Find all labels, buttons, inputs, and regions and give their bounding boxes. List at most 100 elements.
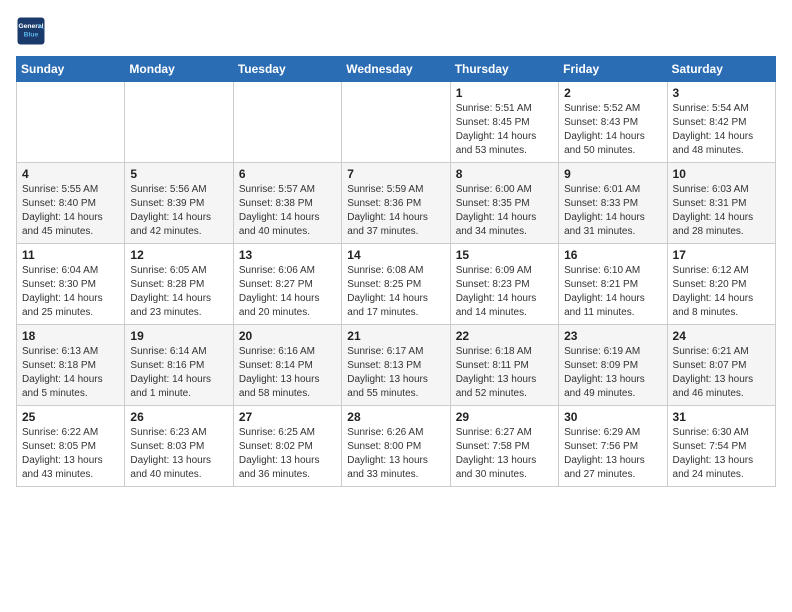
calendar-cell: 21 Sunrise: 6:17 AM Sunset: 8:13 PM Dayli… xyxy=(342,325,450,406)
day-info: Sunrise: 5:55 AM Sunset: 8:40 PM Dayligh… xyxy=(22,183,119,239)
day-number: 1 xyxy=(456,86,553,100)
day-info: Sunrise: 6:14 AM Sunset: 8:16 PM Dayligh… xyxy=(130,345,227,401)
day-number: 30 xyxy=(564,410,661,424)
calendar-cell: 19 Sunrise: 6:14 AM Sunset: 8:16 PM Dayli… xyxy=(125,325,233,406)
day-info: Sunrise: 6:04 AM Sunset: 8:30 PM Dayligh… xyxy=(22,264,119,320)
calendar-cell: 16 Sunrise: 6:10 AM Sunset: 8:21 PM Dayli… xyxy=(559,244,667,325)
day-info: Sunrise: 5:56 AM Sunset: 8:39 PM Dayligh… xyxy=(130,183,227,239)
calendar-cell: 25 Sunrise: 6:22 AM Sunset: 8:05 PM Dayli… xyxy=(17,406,125,487)
calendar-week-row: 1 Sunrise: 5:51 AM Sunset: 8:45 PM Daylig… xyxy=(17,82,776,163)
calendar-header-tuesday: Tuesday xyxy=(233,57,341,82)
calendar-cell: 1 Sunrise: 5:51 AM Sunset: 8:45 PM Daylig… xyxy=(450,82,558,163)
calendar-cell: 2Sunrise: 5:52 AM Sunset: 8:43 PM Daylig… xyxy=(559,82,667,163)
logo: General Blue xyxy=(16,16,46,46)
day-number: 22 xyxy=(456,329,553,343)
day-info: Sunrise: 6:06 AM Sunset: 8:27 PM Dayligh… xyxy=(239,264,336,320)
day-info: Sunrise: 6:00 AM Sunset: 8:35 PM Dayligh… xyxy=(456,183,553,239)
calendar-cell: 28 Sunrise: 6:26 AM Sunset: 8:00 PM Dayli… xyxy=(342,406,450,487)
day-number: 2 xyxy=(564,86,661,100)
calendar-cell: 23 Sunrise: 6:19 AM Sunset: 8:09 PM Dayli… xyxy=(559,325,667,406)
day-info: Sunrise: 6:12 AM Sunset: 8:20 PM Dayligh… xyxy=(673,264,770,320)
day-info: Sunrise: 6:10 AM Sunset: 8:21 PM Dayligh… xyxy=(564,264,661,320)
day-number: 28 xyxy=(347,410,444,424)
day-info: Sunrise: 6:03 AM Sunset: 8:31 PM Dayligh… xyxy=(673,183,770,239)
day-info: Sunrise: 6:21 AM Sunset: 8:07 PM Dayligh… xyxy=(673,345,770,401)
day-number: 6 xyxy=(239,167,336,181)
calendar-cell: 31Sunrise: 6:30 AM Sunset: 7:54 PM Dayli… xyxy=(667,406,775,487)
day-info: Sunrise: 6:16 AM Sunset: 8:14 PM Dayligh… xyxy=(239,345,336,401)
calendar-cell: 22 Sunrise: 6:18 AM Sunset: 8:11 PM Dayli… xyxy=(450,325,558,406)
day-number: 20 xyxy=(239,329,336,343)
calendar-cell: 18 Sunrise: 6:13 AM Sunset: 8:18 PM Dayli… xyxy=(17,325,125,406)
day-info: Sunrise: 6:26 AM Sunset: 8:00 PM Dayligh… xyxy=(347,426,444,482)
calendar-week-row: 4 Sunrise: 5:55 AM Sunset: 8:40 PM Daylig… xyxy=(17,163,776,244)
day-info: Sunrise: 6:09 AM Sunset: 8:23 PM Dayligh… xyxy=(456,264,553,320)
day-info: Sunrise: 6:17 AM Sunset: 8:13 PM Dayligh… xyxy=(347,345,444,401)
day-info: Sunrise: 6:19 AM Sunset: 8:09 PM Dayligh… xyxy=(564,345,661,401)
day-number: 16 xyxy=(564,248,661,262)
day-number: 18 xyxy=(22,329,119,343)
svg-text:Blue: Blue xyxy=(24,31,39,38)
day-info: Sunrise: 5:57 AM Sunset: 8:38 PM Dayligh… xyxy=(239,183,336,239)
day-info: Sunrise: 6:25 AM Sunset: 8:02 PM Dayligh… xyxy=(239,426,336,482)
calendar-body: 1 Sunrise: 5:51 AM Sunset: 8:45 PM Daylig… xyxy=(17,82,776,487)
calendar-cell: 5 Sunrise: 5:56 AM Sunset: 8:39 PM Daylig… xyxy=(125,163,233,244)
calendar-cell: 8 Sunrise: 6:00 AM Sunset: 8:35 PM Daylig… xyxy=(450,163,558,244)
calendar-cell: 9Sunrise: 6:01 AM Sunset: 8:33 PM Daylig… xyxy=(559,163,667,244)
day-info: Sunrise: 6:05 AM Sunset: 8:28 PM Dayligh… xyxy=(130,264,227,320)
calendar-cell xyxy=(125,82,233,163)
day-info: Sunrise: 6:29 AM Sunset: 7:56 PM Dayligh… xyxy=(564,426,661,482)
day-number: 24 xyxy=(673,329,770,343)
calendar-cell xyxy=(342,82,450,163)
day-info: Sunrise: 6:13 AM Sunset: 8:18 PM Dayligh… xyxy=(22,345,119,401)
day-info: Sunrise: 6:01 AM Sunset: 8:33 PM Dayligh… xyxy=(564,183,661,239)
calendar-cell xyxy=(233,82,341,163)
day-info: Sunrise: 5:54 AM Sunset: 8:42 PM Dayligh… xyxy=(673,102,770,158)
day-number: 7 xyxy=(347,167,444,181)
day-number: 31 xyxy=(673,410,770,424)
day-number: 21 xyxy=(347,329,444,343)
calendar-cell: 17Sunrise: 6:12 AM Sunset: 8:20 PM Dayli… xyxy=(667,244,775,325)
calendar-cell: 13 Sunrise: 6:06 AM Sunset: 8:27 PM Dayli… xyxy=(233,244,341,325)
day-number: 4 xyxy=(22,167,119,181)
header: General Blue xyxy=(16,16,776,46)
day-number: 27 xyxy=(239,410,336,424)
day-info: Sunrise: 6:18 AM Sunset: 8:11 PM Dayligh… xyxy=(456,345,553,401)
calendar-header-saturday: Saturday xyxy=(667,57,775,82)
calendar-header-wednesday: Wednesday xyxy=(342,57,450,82)
calendar-cell: 14Sunrise: 6:08 AM Sunset: 8:25 PM Dayli… xyxy=(342,244,450,325)
day-number: 10 xyxy=(673,167,770,181)
calendar-header-thursday: Thursday xyxy=(450,57,558,82)
calendar-header-monday: Monday xyxy=(125,57,233,82)
calendar-cell: 6 Sunrise: 5:57 AM Sunset: 8:38 PM Daylig… xyxy=(233,163,341,244)
calendar-week-row: 18 Sunrise: 6:13 AM Sunset: 8:18 PM Dayli… xyxy=(17,325,776,406)
calendar-week-row: 11Sunrise: 6:04 AM Sunset: 8:30 PM Dayli… xyxy=(17,244,776,325)
day-number: 8 xyxy=(456,167,553,181)
day-number: 13 xyxy=(239,248,336,262)
day-number: 15 xyxy=(456,248,553,262)
calendar-cell: 3 Sunrise: 5:54 AM Sunset: 8:42 PM Daylig… xyxy=(667,82,775,163)
day-number: 5 xyxy=(130,167,227,181)
day-info: Sunrise: 5:59 AM Sunset: 8:36 PM Dayligh… xyxy=(347,183,444,239)
day-number: 25 xyxy=(22,410,119,424)
calendar-cell: 20 Sunrise: 6:16 AM Sunset: 8:14 PM Dayli… xyxy=(233,325,341,406)
day-info: Sunrise: 6:22 AM Sunset: 8:05 PM Dayligh… xyxy=(22,426,119,482)
calendar-cell: 7 Sunrise: 5:59 AM Sunset: 8:36 PM Daylig… xyxy=(342,163,450,244)
day-number: 29 xyxy=(456,410,553,424)
calendar-cell: 29Sunrise: 6:27 AM Sunset: 7:58 PM Dayli… xyxy=(450,406,558,487)
calendar-cell xyxy=(17,82,125,163)
day-number: 14 xyxy=(347,248,444,262)
calendar-cell: 15 Sunrise: 6:09 AM Sunset: 8:23 PM Dayli… xyxy=(450,244,558,325)
day-number: 19 xyxy=(130,329,227,343)
day-number: 3 xyxy=(673,86,770,100)
calendar-table: SundayMondayTuesdayWednesdayThursdayFrid… xyxy=(16,56,776,487)
day-info: Sunrise: 6:23 AM Sunset: 8:03 PM Dayligh… xyxy=(130,426,227,482)
day-number: 23 xyxy=(564,329,661,343)
calendar-cell: 11Sunrise: 6:04 AM Sunset: 8:30 PM Dayli… xyxy=(17,244,125,325)
calendar-cell: 10 Sunrise: 6:03 AM Sunset: 8:31 PM Dayli… xyxy=(667,163,775,244)
calendar-header-sunday: Sunday xyxy=(17,57,125,82)
day-info: Sunrise: 5:51 AM Sunset: 8:45 PM Dayligh… xyxy=(456,102,553,158)
calendar-cell: 4 Sunrise: 5:55 AM Sunset: 8:40 PM Daylig… xyxy=(17,163,125,244)
calendar-cell: 27 Sunrise: 6:25 AM Sunset: 8:02 PM Dayli… xyxy=(233,406,341,487)
calendar-header-friday: Friday xyxy=(559,57,667,82)
